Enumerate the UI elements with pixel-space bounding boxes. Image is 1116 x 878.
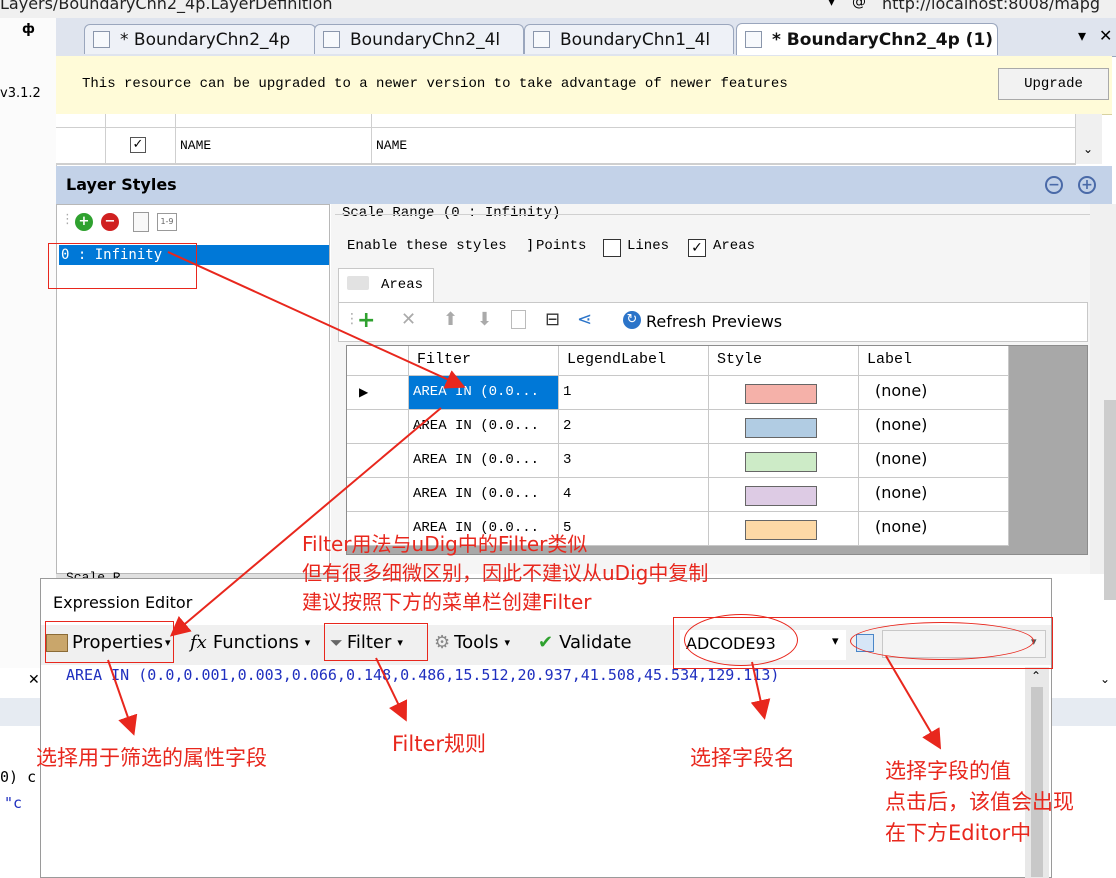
annotation-value-note: 选择字段的值 点击后，该值会出现 在下方Editor中 <box>885 756 1074 849</box>
arrow-scale-to-filter <box>167 251 466 389</box>
arrow-filter <box>375 657 408 722</box>
annotation-line: 在下方Editor中 <box>885 821 1032 845</box>
annotation-line: 选择字段的值 <box>885 759 1011 783</box>
annotation-line: 建议按照下方的菜单栏创建Filter <box>302 590 592 614</box>
annotation-line: Filter用法与uDig中的Filter类似 <box>302 532 588 556</box>
arrow-field-value <box>885 655 942 750</box>
arrow-properties <box>107 659 138 736</box>
annotation-filter-rule-note: Filter规则 <box>392 732 487 756</box>
annotation-line: 点击后，该值会出现 <box>885 790 1074 814</box>
annotation-line: 但有很多细微区别，因此不建议从uDig中复制 <box>302 561 709 585</box>
arrow-field-name <box>750 661 771 720</box>
annotation-filter-note: Filter用法与uDig中的Filter类似 但有很多细微区别，因此不建议从u… <box>302 530 708 617</box>
annotation-properties-note: 选择用于筛选的属性字段 <box>36 746 267 770</box>
annotation-field-name-note: 选择字段名 <box>690 746 795 770</box>
